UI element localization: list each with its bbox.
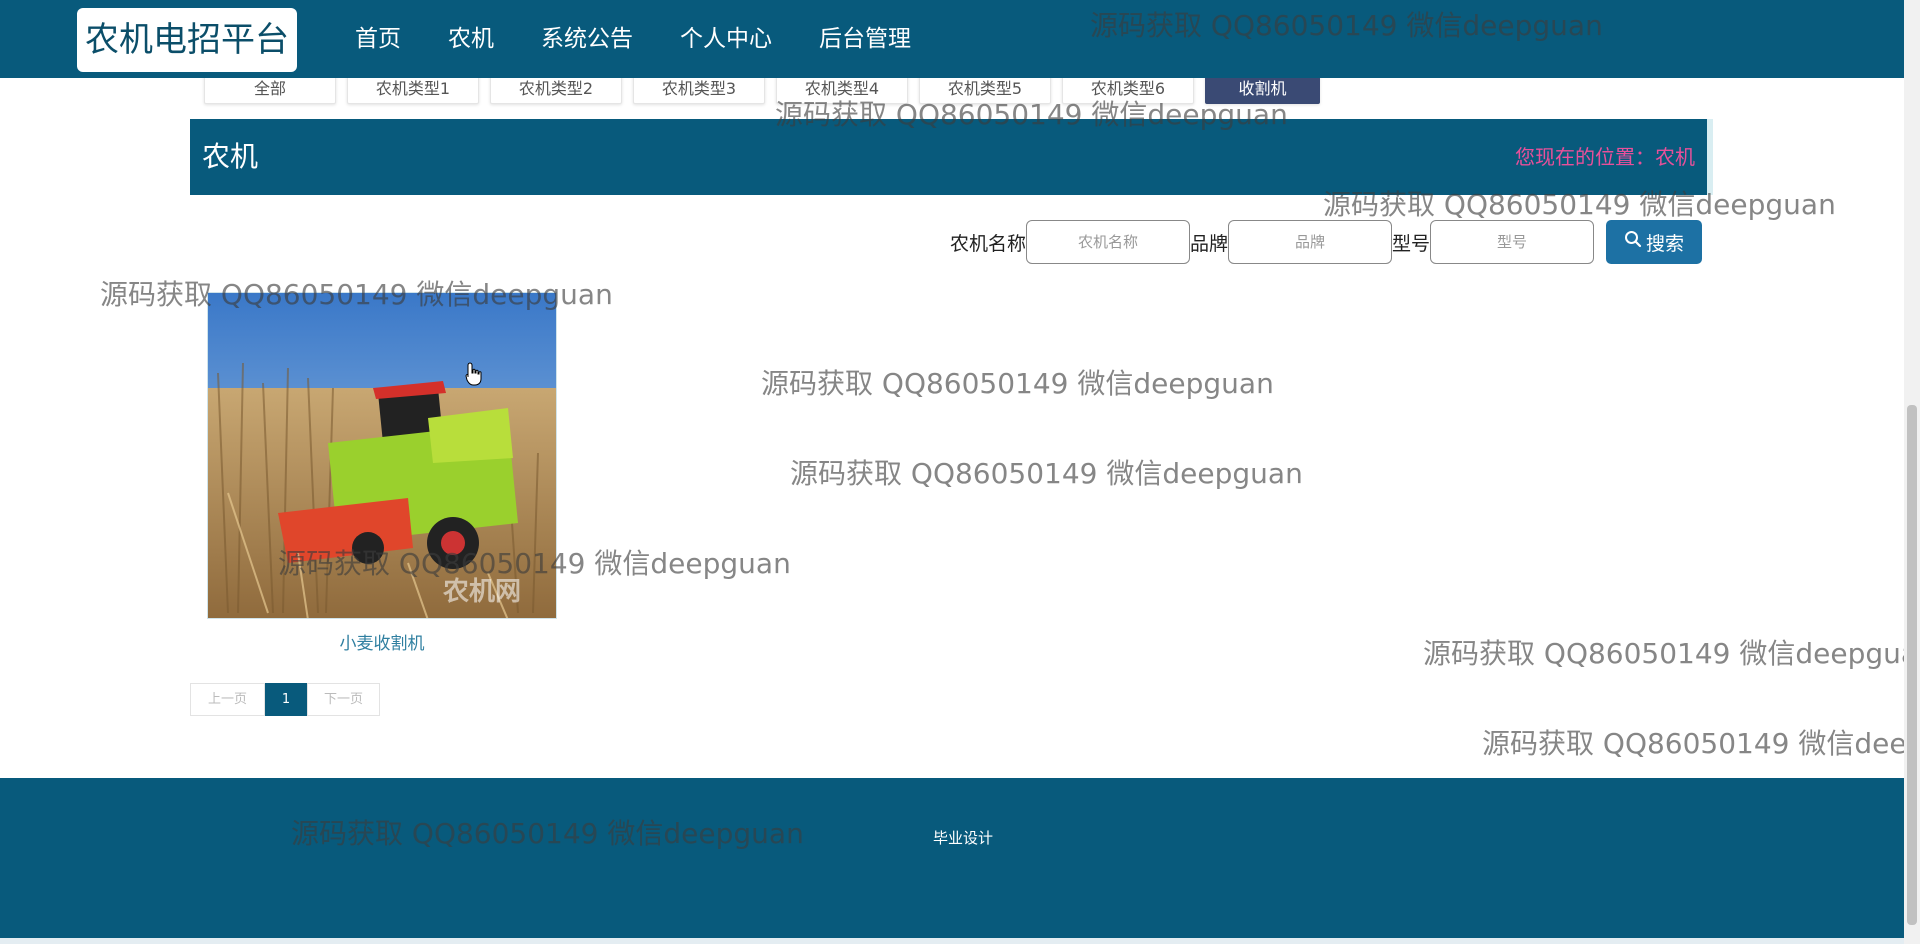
search-bar: 农机名称 品牌 型号 搜索 bbox=[950, 219, 1703, 265]
hand-cursor-icon bbox=[465, 362, 483, 390]
search-button-label: 搜索 bbox=[1646, 233, 1685, 255]
image-watermark: 农机网 bbox=[443, 577, 522, 607]
main-nav: 首页 农机 系统公告 个人中心 后台管理 bbox=[355, 0, 958, 78]
section-title-bar: 农机 您现在的位置：农机 bbox=[190, 119, 1713, 195]
watermark: 源码获取 QQ86050149 微信deepguan bbox=[761, 367, 1274, 400]
nav-personal-center[interactable]: 个人中心 bbox=[680, 0, 772, 78]
watermark: 源码获取 QQ86050149 微信deepguan bbox=[1482, 727, 1904, 760]
brand-label: 品牌 bbox=[1190, 232, 1229, 255]
site-logo[interactable]: 农机电招平台 bbox=[77, 8, 297, 72]
footer-divider bbox=[0, 938, 1904, 944]
next-page-button[interactable]: 下一页 bbox=[307, 683, 380, 716]
footer-text: 毕业设计 bbox=[933, 829, 994, 847]
scroll-thumb[interactable] bbox=[1907, 405, 1917, 925]
top-header: 农机电招平台 首页 农机 系统公告 个人中心 后台管理 bbox=[0, 0, 1904, 78]
vertical-scrollbar[interactable] bbox=[1904, 0, 1920, 944]
current-page[interactable]: 1 bbox=[265, 683, 307, 716]
nav-announcements[interactable]: 系统公告 bbox=[541, 0, 633, 78]
section-title: 农机 bbox=[202, 140, 259, 173]
prev-page-button[interactable]: 上一页 bbox=[190, 683, 265, 716]
site-footer: 毕业设计 bbox=[0, 778, 1904, 944]
product-card[interactable]: 农机网 小麦收割机 bbox=[207, 292, 557, 654]
product-name[interactable]: 小麦收割机 bbox=[207, 629, 557, 654]
name-label: 农机名称 bbox=[950, 232, 1027, 255]
pagination: 上一页 1 下一页 bbox=[190, 683, 380, 716]
product-image[interactable]: 农机网 bbox=[207, 292, 557, 619]
breadcrumb-location: 您现在的位置：农机 bbox=[1515, 145, 1695, 169]
model-input[interactable] bbox=[1430, 220, 1595, 264]
watermark: 源码获取 QQ86050149 微信deepguan bbox=[790, 457, 1303, 490]
nav-admin[interactable]: 后台管理 bbox=[819, 0, 911, 78]
search-button[interactable]: 搜索 bbox=[1606, 220, 1703, 264]
watermark: 源码获取 QQ86050149 微信deepguan bbox=[1423, 637, 1904, 670]
nav-machinery[interactable]: 农机 bbox=[448, 0, 494, 78]
brand-input[interactable] bbox=[1228, 220, 1393, 264]
page: 全部 农机类型1 农机类型2 农机类型3 农机类型4 农机类型5 农机类型6 收… bbox=[0, 0, 1920, 944]
search-icon bbox=[1624, 230, 1642, 254]
nav-home[interactable]: 首页 bbox=[355, 0, 401, 78]
model-label: 型号 bbox=[1392, 232, 1431, 255]
name-input[interactable] bbox=[1026, 220, 1191, 264]
